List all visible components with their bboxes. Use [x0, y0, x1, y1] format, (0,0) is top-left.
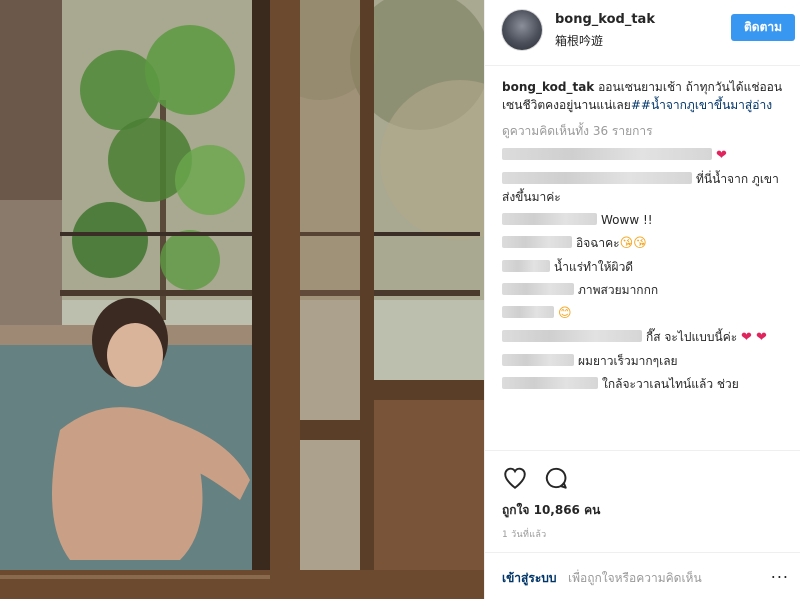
redacted-username: [502, 236, 572, 248]
redacted-username: [502, 283, 574, 295]
kiss-emoji: 😘😘: [619, 236, 647, 251]
comment-text: Woww !!: [601, 213, 653, 227]
follow-button[interactable]: ติดตาม: [731, 14, 795, 41]
comment-item: กี๊ส จะไปแบบนี้ค่ะ ❤ ❤: [502, 328, 792, 347]
heart-emoji: ❤: [716, 148, 727, 163]
post-header: bong_kod_tak 箱根吟遊 ติดตาม: [485, 0, 800, 66]
comment-item: ที่นี่น้ำจาก ภูเขา ส่งขึ้นมาค่ะ: [502, 170, 792, 206]
redacted-username: [502, 260, 550, 272]
comment-text: ผมยาวเร็วมากๆเลย: [578, 354, 678, 368]
redacted-username: [502, 172, 692, 184]
comment-item: อิจฉาคะ😘😘: [502, 234, 792, 253]
more-options-icon[interactable]: ...: [771, 563, 789, 582]
comment-item: ผมยาวเร็วมากๆเลย: [502, 352, 792, 370]
redacted-username: [502, 354, 574, 366]
post-side-panel: bong_kod_tak 箱根吟遊 ติดตาม bong_kod_tak ออ…: [484, 0, 800, 599]
redacted-username: [502, 330, 642, 342]
redacted-username: [502, 306, 554, 318]
view-all-comments-link[interactable]: ดูความคิดเห็นทั้ง 36 รายการ: [502, 122, 792, 140]
heart-icon[interactable]: [502, 465, 528, 491]
comment-item: Woww !!: [502, 211, 792, 229]
comment-item: น้ำแร่ทำให้ผิวดี: [502, 258, 792, 276]
post-caption: bong_kod_tak ออนเซนยามเช้า ถ้าทุกวันได้แ…: [502, 78, 792, 114]
comment-text: กี๊ส จะไปแบบนี้ค่ะ: [646, 330, 738, 344]
comment-text: ใกล้จะวาเลนไทน์แล้ว ช่วย: [602, 377, 739, 391]
username-link[interactable]: bong_kod_tak: [555, 12, 655, 27]
smile-emoji: 😊: [558, 306, 572, 321]
avatar[interactable]: [502, 10, 542, 50]
photo-illustration: [0, 0, 484, 599]
post-actions: ถูกใจ 10,866 คน 1 วันที่แล้ว: [485, 450, 800, 540]
login-link[interactable]: เข้าสู่ระบบ: [502, 569, 557, 588]
comment-item: ใกล้จะวาเลนไทน์แล้ว ช่วย: [502, 375, 792, 393]
location-link[interactable]: 箱根吟遊: [555, 32, 603, 49]
caption-username[interactable]: bong_kod_tak: [502, 80, 594, 94]
redacted-username: [502, 377, 598, 389]
comments-section: bong_kod_tak ออนเซนยามเช้า ถ้าทุกวันได้แ…: [502, 78, 792, 450]
comment-item: ❤: [502, 146, 792, 165]
comment-item: ภาพสวยมากกก: [502, 281, 792, 299]
post-photo[interactable]: [0, 0, 484, 599]
caption-hashtag[interactable]: ##น้ำจากภูเขาขึ้นมาสู่อ่าง: [631, 98, 772, 112]
login-prompt: เพื่อถูกใจหรือความคิดเห็น: [568, 571, 702, 585]
heart-emoji: ❤ ❤: [741, 330, 767, 345]
post-timestamp: 1 วันที่แล้ว: [502, 530, 547, 540]
comment-item: 😊: [502, 304, 792, 323]
comment-text: น้ำแร่ทำให้ผิวดี: [554, 260, 634, 274]
comment-text: อิจฉาคะ: [576, 236, 620, 250]
redacted-username: [502, 148, 712, 160]
likes-count[interactable]: ถูกใจ 10,866 คน: [502, 501, 600, 520]
login-bar: เข้าสู่ระบบ เพื่อถูกใจหรือความคิดเห็น ..…: [485, 552, 800, 599]
redacted-username: [502, 213, 597, 225]
comment-icon[interactable]: [543, 465, 569, 491]
comment-text: ภาพสวยมากกก: [578, 283, 659, 297]
